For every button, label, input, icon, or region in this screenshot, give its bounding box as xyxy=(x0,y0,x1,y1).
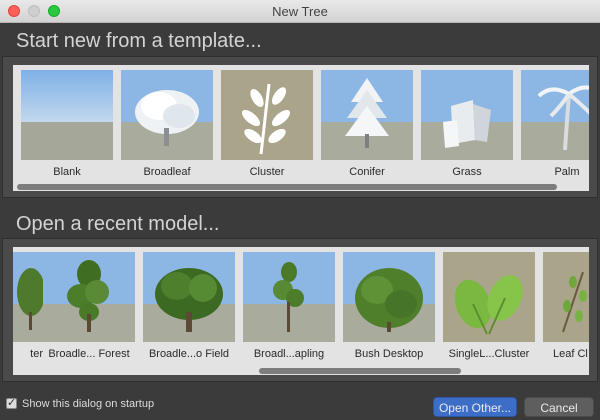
title-bar: New Tree xyxy=(0,0,600,23)
template-cluster[interactable]: Cluster xyxy=(221,70,313,178)
checkmark-icon: ✓ xyxy=(7,397,17,409)
field-tree-icon xyxy=(143,252,235,342)
cancel-button[interactable]: Cancel xyxy=(524,397,594,417)
leaf-cluster-icon xyxy=(543,252,589,342)
template-label: Palm xyxy=(554,166,580,178)
recent-scroll-thumb[interactable] xyxy=(259,368,461,374)
template-grass[interactable]: Grass xyxy=(421,70,513,178)
grass-shapes-icon xyxy=(421,70,513,160)
recent-label: ter xyxy=(30,348,43,360)
template-conifer[interactable]: Conifer xyxy=(321,70,413,178)
bush-icon xyxy=(343,252,435,342)
palm-tree-icon xyxy=(521,70,589,160)
template-scrollbar[interactable] xyxy=(13,183,589,191)
template-palm[interactable]: Palm xyxy=(521,70,589,178)
recent-item[interactable]: Leaf Cl xyxy=(543,252,589,360)
recent-panel: ter Broadle... Forest Broadle...o Field … xyxy=(2,238,598,382)
cluster-leaves-icon xyxy=(221,70,313,160)
template-label: Broadleaf xyxy=(143,166,191,178)
blank-sky-icon xyxy=(21,70,113,160)
recent-label: Leaf Cl xyxy=(553,348,588,360)
template-label: Conifer xyxy=(349,166,385,178)
recent-item[interactable]: Broadle... Forest xyxy=(43,252,135,360)
template-strip: Blank Broadleaf Cluster Conifer Grass Pa… xyxy=(13,65,589,191)
recent-item[interactable]: Broadle...o Field xyxy=(143,252,235,360)
single-leaf-cluster-icon xyxy=(443,252,535,342)
recent-label: Bush Desktop xyxy=(354,348,424,360)
recent-item[interactable]: ter xyxy=(13,252,43,360)
broadleaf-tree-icon xyxy=(121,70,213,160)
template-broadleaf[interactable]: Broadleaf xyxy=(121,70,213,178)
recent-heading: Open a recent model... xyxy=(16,213,220,235)
forest-tree-icon xyxy=(43,252,135,342)
recent-item[interactable]: Broadl...apling xyxy=(243,252,335,360)
template-blank[interactable]: Blank xyxy=(21,70,113,178)
partial-tree-icon xyxy=(13,252,43,342)
recent-scrollbar[interactable] xyxy=(13,367,589,375)
conifer-tree-icon xyxy=(321,70,413,160)
show-on-startup-label: Show this dialog on startup xyxy=(22,398,155,410)
open-other-button[interactable]: Open Other... xyxy=(433,397,517,417)
template-label: Cluster xyxy=(249,166,285,178)
recent-item[interactable]: Bush Desktop xyxy=(343,252,435,360)
window-title: New Tree xyxy=(272,4,328,19)
template-panel: Blank Broadleaf Cluster Conifer Grass Pa… xyxy=(2,56,598,198)
sapling-tree-icon xyxy=(243,252,335,342)
template-label: Grass xyxy=(452,166,482,178)
recent-item[interactable]: SingleL...Cluster xyxy=(443,252,535,360)
recent-label: Broadle... Forest xyxy=(48,348,130,360)
recent-label: Broadl...apling xyxy=(253,348,325,360)
template-heading: Start new from a template... xyxy=(16,30,262,52)
recent-label: SingleL...Cluster xyxy=(448,348,530,360)
dialog-footer: ✓ Show this dialog on startup Open Other… xyxy=(0,392,600,420)
show-on-startup-checkbox[interactable]: ✓ xyxy=(6,397,17,409)
template-label: Blank xyxy=(53,166,81,178)
template-scroll-thumb[interactable] xyxy=(17,184,557,190)
recent-label: Broadle...o Field xyxy=(148,348,230,360)
recent-strip: ter Broadle... Forest Broadle...o Field … xyxy=(13,247,589,375)
